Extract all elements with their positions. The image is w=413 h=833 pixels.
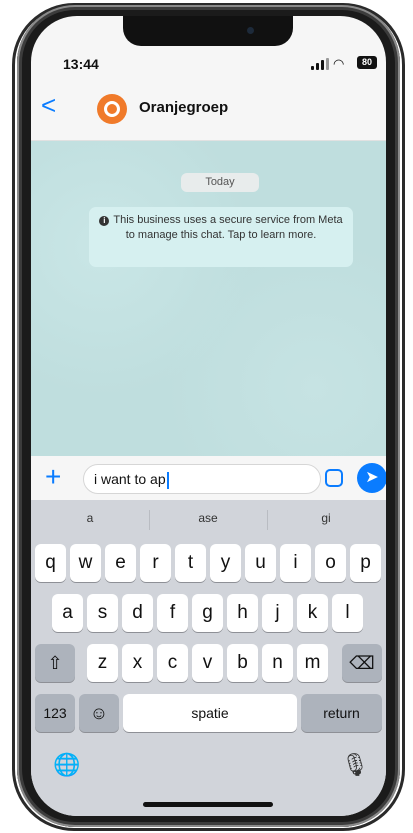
return-key[interactable]: return	[301, 694, 382, 732]
key-k[interactable]: k	[297, 594, 328, 632]
message-composer: + i want to ap ➤	[31, 456, 386, 500]
key-z[interactable]: z	[87, 644, 118, 682]
key-o[interactable]: o	[315, 544, 346, 582]
attach-plus-button[interactable]: +	[45, 463, 61, 491]
keyboard: a ase gi q w e r t y u i o p a s d f g h…	[31, 500, 386, 816]
key-t[interactable]: t	[175, 544, 206, 582]
contact-name[interactable]: Oranjegroep	[139, 99, 228, 116]
key-f[interactable]: f	[157, 594, 188, 632]
space-key[interactable]: spatie	[123, 694, 297, 732]
key-l[interactable]: l	[332, 594, 363, 632]
key-q[interactable]: q	[35, 544, 66, 582]
key-i[interactable]: i	[280, 544, 311, 582]
suggestion-3[interactable]: gi	[267, 511, 385, 525]
key-u[interactable]: u	[245, 544, 276, 582]
sticker-icon[interactable]	[325, 469, 343, 487]
home-indicator	[143, 802, 273, 807]
status-time: 13:44	[63, 56, 99, 72]
wifi-icon: ◠	[333, 56, 345, 71]
phone-screen: 13:44 ◠ 80 < Oranjegroep Today i This bus…	[31, 16, 386, 816]
back-button[interactable]: <	[41, 92, 56, 118]
microphone-icon[interactable]: 🎙	[341, 752, 369, 778]
key-s[interactable]: s	[87, 594, 118, 632]
suggestion-1[interactable]: a	[31, 511, 149, 525]
message-input-text: i want to ap	[94, 471, 166, 487]
key-g[interactable]: g	[192, 594, 223, 632]
send-button[interactable]: ➤	[357, 463, 386, 493]
signal-icon	[311, 58, 329, 70]
key-y[interactable]: y	[210, 544, 241, 582]
emoji-key[interactable]: ☺	[79, 694, 119, 732]
delete-key[interactable]: ⌫	[342, 644, 382, 682]
message-input[interactable]: i want to ap	[83, 464, 321, 494]
encryption-notice[interactable]: i This business uses a secure service fro…	[89, 207, 353, 267]
numbers-key[interactable]: 123	[35, 694, 75, 732]
suggestion-bar: a ase gi	[31, 500, 386, 540]
key-d[interactable]: d	[122, 594, 153, 632]
globe-icon[interactable]: 🌐	[53, 752, 80, 778]
day-badge: Today	[181, 173, 259, 192]
key-w[interactable]: w	[70, 544, 101, 582]
key-j[interactable]: j	[262, 594, 293, 632]
chat-header: < Oranjegroep	[31, 78, 386, 141]
key-r[interactable]: r	[140, 544, 171, 582]
shift-key[interactable]: ⇧	[35, 644, 75, 682]
key-b[interactable]: b	[227, 644, 258, 682]
battery-icon: 80	[357, 56, 377, 69]
key-v[interactable]: v	[192, 644, 223, 682]
text-caret	[166, 471, 169, 489]
key-c[interactable]: c	[157, 644, 188, 682]
avatar[interactable]	[97, 94, 127, 124]
key-a[interactable]: a	[52, 594, 83, 632]
key-p[interactable]: p	[350, 544, 381, 582]
key-x[interactable]: x	[122, 644, 153, 682]
suggestion-2[interactable]: ase	[149, 511, 267, 525]
status-bar: 13:44 ◠ 80	[31, 16, 386, 72]
notice-text: This business uses a secure service from…	[113, 214, 343, 241]
key-e[interactable]: e	[105, 544, 136, 582]
key-h[interactable]: h	[227, 594, 258, 632]
chat-area[interactable]: Today i This business uses a secure servi…	[31, 141, 386, 493]
key-m[interactable]: m	[297, 644, 328, 682]
info-icon: i	[99, 216, 110, 226]
key-n[interactable]: n	[262, 644, 293, 682]
